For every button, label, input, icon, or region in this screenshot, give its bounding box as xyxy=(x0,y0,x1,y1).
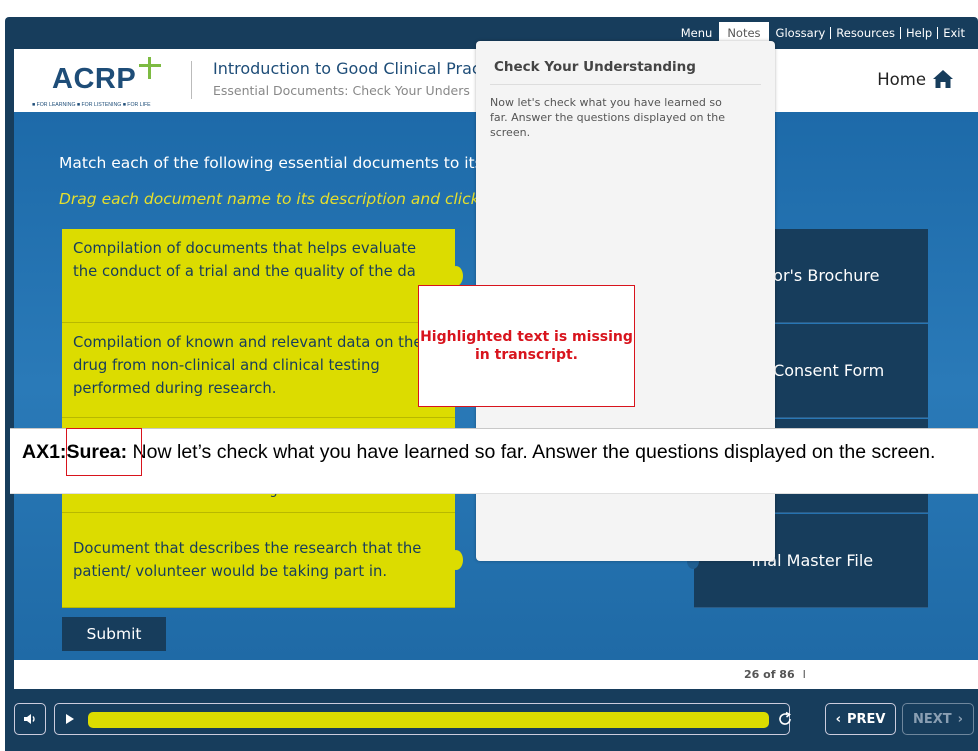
notes-divider xyxy=(490,84,761,85)
page-count-divider: I xyxy=(802,668,806,681)
description-text: Compilation of documents that helps eval… xyxy=(73,240,417,280)
logo-cross-icon xyxy=(139,57,161,79)
course-title: Introduction to Good Clinical Pract xyxy=(213,59,487,78)
activity-hint: Drag each document name to its descripti… xyxy=(59,190,480,208)
speaker-highlight-box xyxy=(66,428,142,476)
prev-label: PREV xyxy=(846,711,886,727)
submit-button[interactable]: Submit xyxy=(62,617,166,651)
transcript-line: AX1:Surea: Now let’s check what you have… xyxy=(22,441,935,464)
notes-body: Now let's check what you have learned so… xyxy=(490,96,725,139)
transcript-text: Now let’s check what you have learned so… xyxy=(127,441,936,463)
nav-exit[interactable]: Exit xyxy=(938,26,970,40)
play-button[interactable] xyxy=(54,703,86,735)
description-target-1[interactable]: Compilation of documents that helps eval… xyxy=(62,229,463,323)
next-button[interactable]: NEXT › xyxy=(902,703,974,735)
progress-bar[interactable] xyxy=(88,712,769,728)
nav-help[interactable]: Help xyxy=(901,26,937,40)
chevron-left-icon: ‹ xyxy=(835,711,841,727)
replay-icon xyxy=(779,711,791,725)
review-annotation: Highlighted text is missing in transcrip… xyxy=(418,285,635,407)
player-controls: ‹ PREV NEXT › xyxy=(14,703,978,735)
nav-glossary[interactable]: Glossary xyxy=(771,26,831,40)
nav-resources[interactable]: Resources xyxy=(831,26,900,40)
nav-menu[interactable]: Menu xyxy=(676,26,718,40)
description-target-4[interactable]: Document that describes the research tha… xyxy=(62,513,463,608)
logo-wordmark: ACRP xyxy=(52,63,137,95)
annotation-text: Highlighted text is missing in transcrip… xyxy=(420,329,633,363)
header-divider xyxy=(191,61,192,99)
replay-button[interactable] xyxy=(774,703,796,735)
home-button[interactable]: Home xyxy=(877,69,954,89)
transcript-strip: AX1:Surea: Now let’s check what you have… xyxy=(10,428,978,494)
transcript-prefix: AX1: xyxy=(22,441,67,463)
chevron-right-icon: › xyxy=(957,711,963,727)
page-count-text: 26 of 86 xyxy=(744,668,795,681)
volume-button[interactable] xyxy=(14,703,46,735)
page-counter: 26 of 86 I xyxy=(744,668,806,681)
course-subtitle: Essential Documents: Check Your Unders xyxy=(213,83,470,98)
next-label: NEXT xyxy=(912,711,952,727)
drop-connector xyxy=(449,265,463,286)
logo-tagline: ■ FOR LEARNING ■ FOR LISTENING ■ FOR LIF… xyxy=(32,102,151,108)
acrp-logo: ACRP ■ FOR LEARNING ■ FOR LISTENING ■ FO… xyxy=(32,55,182,108)
description-text: Compilation of known and relevant data o… xyxy=(73,334,423,397)
prev-button[interactable]: ‹ PREV xyxy=(825,703,896,735)
notes-title: Check Your Understanding xyxy=(494,59,696,75)
activity-instruction: Match each of the following essential do… xyxy=(59,154,483,172)
description-target-2[interactable]: Compilation of known and relevant data o… xyxy=(62,323,455,418)
drop-connector xyxy=(449,550,463,570)
home-icon xyxy=(933,70,953,88)
play-icon xyxy=(66,714,74,724)
home-label: Home xyxy=(877,69,926,89)
description-text: Document that describes the research tha… xyxy=(73,540,422,580)
speaker-icon xyxy=(24,714,35,724)
slide-footer: 26 of 86 I xyxy=(14,660,978,689)
